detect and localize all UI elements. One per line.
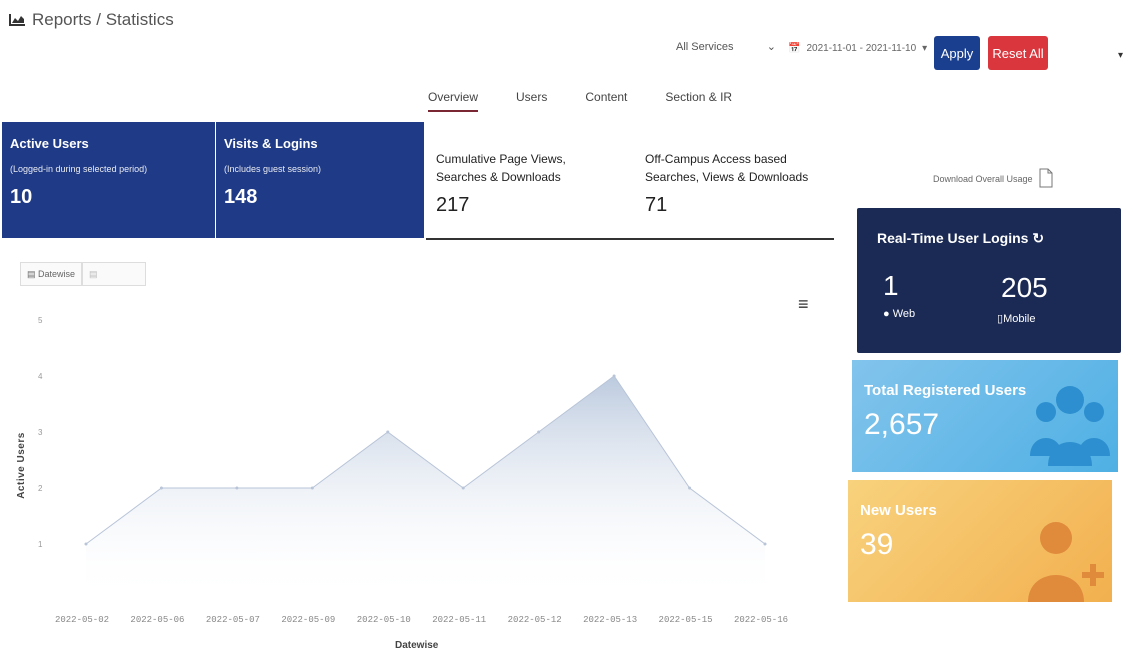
download-label: Download Overall Usage [933,174,1033,184]
new-users-title: New Users [860,502,937,519]
data-point[interactable] [386,430,390,434]
x-tick-label: 2022-05-06 [130,615,184,625]
tab-section-ir[interactable]: Section & IR [665,90,732,112]
web-count: 1 [883,270,899,301]
metric-title-line2: Searches & Downloads [436,170,561,184]
registered-users-panel: Total Registered Users 2,657 [852,360,1118,472]
globe-icon: ● [883,308,890,320]
x-axis-label: Datewise [395,640,439,651]
realtime-logins-panel: Real-Time User Logins ↻ 1 205 ● Web ▯Mob… [857,208,1121,353]
tab-bar: Overview Users Content Section & IR [428,90,732,112]
x-tick-label: 2022-05-13 [583,615,637,625]
more-caret-icon[interactable]: ▾ [1118,50,1123,61]
chevron-down-icon: ⌄ [766,41,776,53]
y-tick-label: 2 [38,484,43,493]
realtime-title: Real-Time User Logins ↻ [877,230,1045,246]
date-range-value: 2021-11-01 - 2021-11-10 [806,43,917,54]
x-tick-label: 2022-05-11 [432,615,486,625]
registered-value: 2,657 [864,408,940,441]
y-tick-label: 4 [38,372,43,381]
web-label: ● Web [883,308,916,320]
calendar-icon: ▤ [89,269,98,279]
metric-value: 217 [436,194,470,216]
active-users-chart: 1 2 3 4 5 2022-05-02 2022-05-06 2022-05-07 2022-… [38,316,788,625]
y-tick-label: 5 [38,316,43,325]
data-point[interactable] [612,374,616,378]
datewise-label: Datewise [38,269,76,279]
data-point[interactable] [461,486,465,490]
chart-icon [8,13,26,27]
date-range-picker[interactable]: 📅 2021-11-01 - 2021-11-10 ▾ [788,43,927,54]
data-point[interactable] [84,542,88,546]
page-title: Reports / Statistics [8,10,174,30]
metric-card-off-campus[interactable]: Off-Campus Access based Searches, Views … [645,150,825,217]
data-point[interactable] [159,486,163,490]
datewise-button[interactable]: ▤ Datewise [20,262,83,286]
x-tick-label: 2022-05-02 [55,615,109,625]
new-users-value: 39 [860,528,894,561]
data-point[interactable] [763,542,767,546]
mobile-count: 205 [1001,272,1048,303]
x-tick-label: 2022-05-16 [734,615,788,625]
tab-users[interactable]: Users [516,90,547,112]
metric-title: Visits & Logins [224,136,318,151]
y-tick-label: 3 [38,428,43,437]
services-select-value: All Services [676,40,734,53]
download-usage-link[interactable]: Download Overall Usage [933,168,1053,190]
registered-title: Total Registered Users [864,382,1027,399]
metric-card-active-users[interactable]: Active Users (Logged-in during selected … [2,122,215,238]
metric-value: 10 [10,186,33,208]
user-add-icon [1028,522,1104,602]
data-point[interactable] [235,486,239,490]
new-users-panel: New Users 39 [848,480,1112,602]
y-tick-label: 1 [38,540,43,549]
data-point[interactable] [688,486,692,490]
metric-title: Active Users [10,136,89,151]
page-title-text: Reports / Statistics [32,10,174,29]
calendar-icon: 📅 [788,43,801,54]
tab-content[interactable]: Content [585,90,627,112]
apply-button[interactable]: Apply [934,36,980,70]
x-tick-label: 2022-05-10 [357,615,411,625]
metric-title: Off-Campus Access based [645,152,787,166]
data-point[interactable] [310,486,314,490]
services-select[interactable]: All Services ⌄ [676,40,776,54]
calendar-icon: ▤ [27,269,39,279]
metric-subtitle: (Logged-in during selected period) [10,164,148,174]
metric-value: 148 [224,186,258,208]
metric-value: 71 [645,194,668,216]
users-group-icon [1030,386,1110,466]
caret-down-icon: ▾ [922,43,928,54]
metric-title-line2: Searches, Views & Downloads [645,170,809,184]
y-axis-label: Active Users [15,432,27,499]
x-tick-label: 2022-05-07 [206,615,260,625]
divider [426,238,834,240]
file-download-icon [1039,168,1053,190]
x-tick-label: 2022-05-09 [281,615,335,625]
refresh-icon[interactable]: ↻ [1032,230,1044,246]
metric-card-visits-logins[interactable]: Visits & Logins (Includes guest session)… [216,122,424,238]
secondary-mode-button[interactable]: ▤ [82,262,147,286]
mobile-label: ▯Mobile [997,313,1036,325]
chart-mode-toggle: ▤ Datewise ▤ [20,262,147,286]
tab-overview[interactable]: Overview [428,90,479,112]
metric-title: Cumulative Page Views, [436,152,566,166]
metric-subtitle: (Includes guest session) [224,164,322,174]
data-point[interactable] [537,430,541,434]
reset-all-button[interactable]: Reset All [988,36,1048,70]
x-tick-label: 2022-05-15 [659,615,713,625]
metric-card-page-views[interactable]: Cumulative Page Views, Searches & Downlo… [436,150,616,217]
x-tick-label: 2022-05-12 [508,615,562,625]
